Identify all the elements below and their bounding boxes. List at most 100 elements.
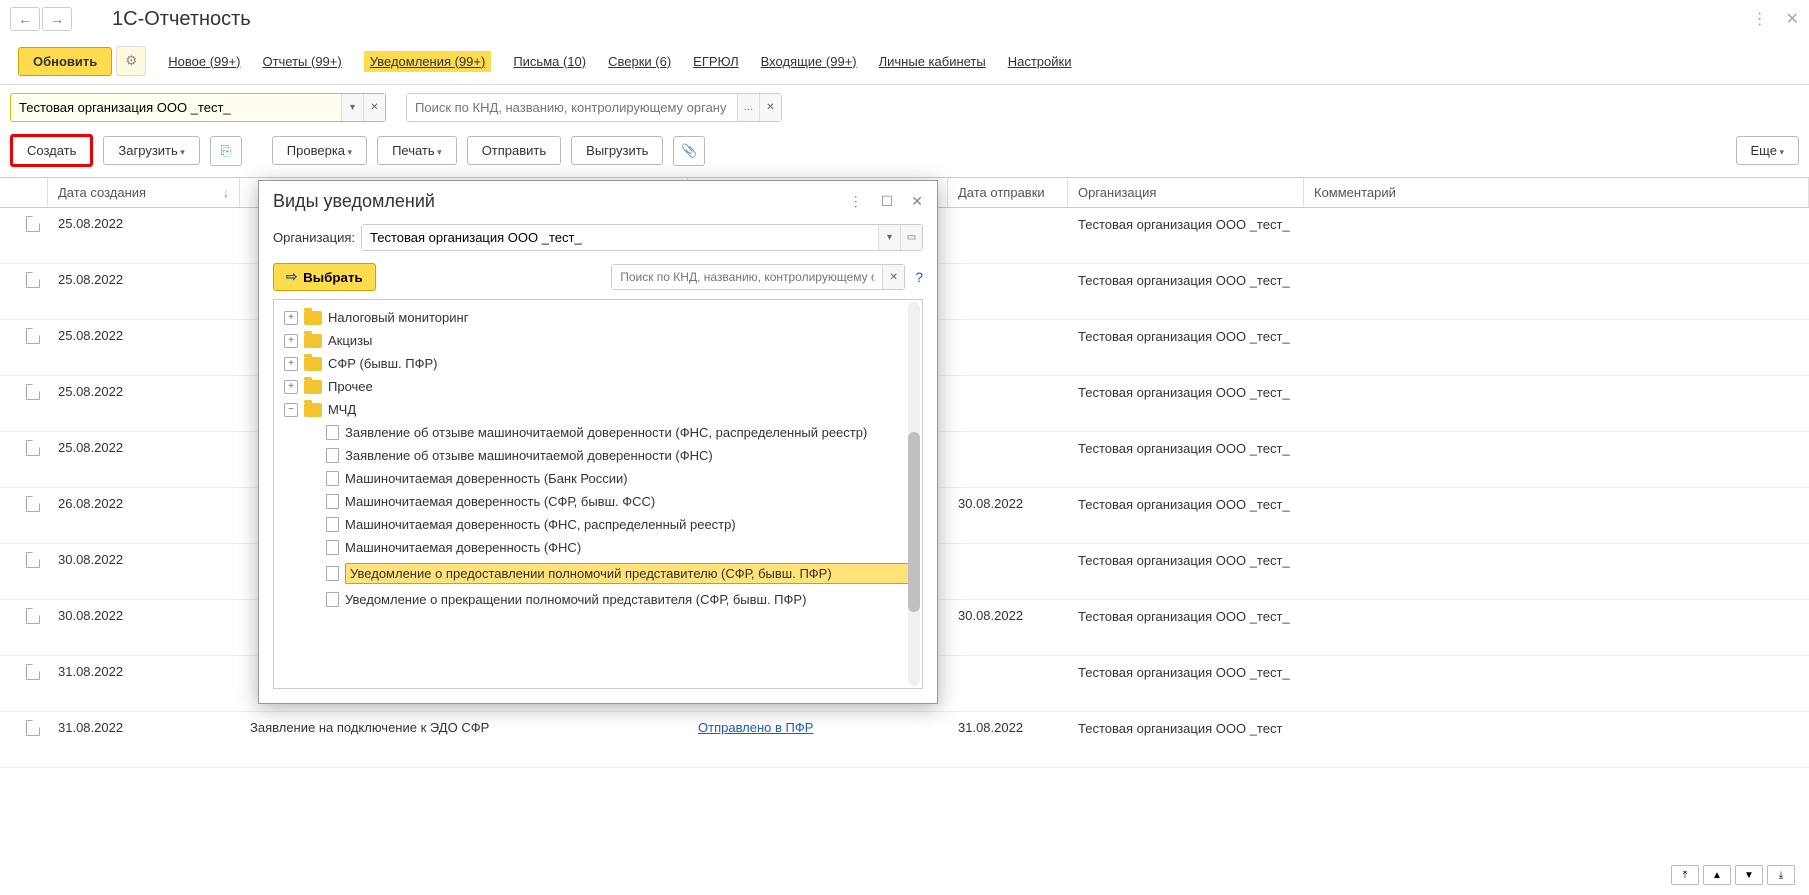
add-file-button[interactable]: ⎘ <box>210 136 242 166</box>
col-org[interactable]: Организация <box>1068 178 1304 207</box>
tree-item[interactable]: Заявление об отзыве машиночитаемой довер… <box>274 444 922 467</box>
tree-folder[interactable]: + СФР (бывш. ПФР) <box>274 352 922 375</box>
search-input[interactable] <box>407 94 737 121</box>
tree-item-label: Машиночитаемая доверенность (ФНС, распре… <box>345 517 912 532</box>
cell-date: 31.08.2022 <box>48 664 240 679</box>
send-button[interactable]: Отправить <box>467 136 561 165</box>
cell-org: Тестовая организация ООО _тест_ <box>1068 328 1304 346</box>
tab-letters[interactable]: Письма (10) <box>513 54 586 69</box>
col-sent[interactable]: Дата отправки <box>948 178 1068 207</box>
tree-item-label: Уведомление о прекращении полномочий пре… <box>345 592 912 607</box>
modal-search-combo[interactable]: ✕ <box>611 264 905 290</box>
tree-item[interactable]: Уведомление о прекращении полномочий пре… <box>274 588 922 611</box>
tree-item[interactable]: Машиночитаемая доверенность (Банк России… <box>274 467 922 490</box>
folder-icon <box>304 334 322 348</box>
cell-date: 25.08.2022 <box>48 440 240 455</box>
tree-item[interactable]: Машиночитаемая доверенность (СФР, бывш. … <box>274 490 922 513</box>
tab-new[interactable]: Новое (99+) <box>168 54 240 69</box>
check-button[interactable]: Проверка <box>272 136 367 165</box>
close-icon[interactable]: ✕ <box>1786 9 1799 29</box>
scroll-up-button[interactable]: ▲ <box>1703 865 1731 885</box>
cell-date: 31.08.2022 <box>48 720 240 735</box>
tree-folder-label: Прочее <box>328 379 912 394</box>
tree-scrollbar-thumb[interactable] <box>908 432 920 612</box>
search-ellipsis-button[interactable]: … <box>737 94 759 121</box>
modal-search-clear-button[interactable]: ✕ <box>882 265 904 289</box>
nav-forward-button[interactable]: → <box>42 7 72 31</box>
modal-org-input[interactable] <box>362 225 878 250</box>
notification-types-modal: Виды уведомлений ⋮ ☐ ✕ Организация: ▾ ▭ … <box>258 180 938 704</box>
cell-date: 30.08.2022 <box>48 552 240 567</box>
select-button[interactable]: ⇨ Выбрать <box>273 263 376 291</box>
modal-kebab-icon[interactable]: ⋮ <box>849 193 863 210</box>
export-button[interactable]: Выгрузить <box>571 136 663 165</box>
scroll-top-button[interactable]: ⤒ <box>1671 865 1699 885</box>
create-button[interactable]: Создать <box>10 134 93 167</box>
cell-org: Тестовая организация ООО _тест_ <box>1068 272 1304 290</box>
file-icon <box>326 540 339 555</box>
tree-item[interactable]: Уведомление о предоставлении полномочий … <box>274 559 922 588</box>
tab-incoming[interactable]: Входящие (99+) <box>761 54 857 69</box>
table-row[interactable]: 31.08.2022 Заявление на подключение к ЭД… <box>0 712 1809 768</box>
document-icon <box>26 664 40 680</box>
tab-settings[interactable]: Настройки <box>1008 54 1072 69</box>
file-icon <box>326 517 339 532</box>
tab-egrul[interactable]: ЕГРЮЛ <box>693 54 738 69</box>
org-dropdown-button[interactable]: ▾ <box>341 94 363 121</box>
tree-item-label: Уведомление о предоставлении полномочий … <box>345 563 912 584</box>
modal-org-label: Организация: <box>273 230 355 245</box>
tree-folder[interactable]: − МЧД <box>274 398 922 421</box>
expand-icon[interactable]: + <box>284 380 298 394</box>
tab-notifications[interactable]: Уведомления (99+) <box>364 51 492 72</box>
modal-title: Виды уведомлений <box>273 191 849 212</box>
modal-search-input[interactable] <box>612 265 882 289</box>
modal-org-dropdown-button[interactable]: ▾ <box>878 225 900 250</box>
load-button[interactable]: Загрузить <box>103 136 199 165</box>
kebab-icon[interactable]: ⋮ <box>1752 9 1768 29</box>
search-clear-button[interactable]: ✕ <box>759 94 781 121</box>
file-icon <box>326 494 339 509</box>
tab-cabinets[interactable]: Личные кабинеты <box>879 54 986 69</box>
folder-icon <box>304 380 322 394</box>
file-icon <box>326 471 339 486</box>
tree-scrollbar[interactable] <box>908 302 920 686</box>
org-clear-button[interactable]: ✕ <box>363 94 385 121</box>
tree-folder-label: МЧД <box>328 402 912 417</box>
settings-gear-button[interactable]: ⚙ <box>116 46 146 76</box>
help-link[interactable]: ? <box>915 269 923 285</box>
paperclip-icon: 📎 <box>681 143 697 158</box>
tree-item[interactable]: Машиночитаемая доверенность (ФНС) <box>274 536 922 559</box>
cell-org: Тестовая организация ООО _тест_ <box>1068 608 1304 626</box>
modal-org-combo[interactable]: ▾ ▭ <box>361 224 923 251</box>
nav-back-button[interactable]: ← <box>10 7 40 31</box>
cell-date: 25.08.2022 <box>48 216 240 231</box>
attachment-button[interactable]: 📎 <box>673 136 705 166</box>
document-icon <box>26 328 40 344</box>
expand-icon[interactable]: + <box>284 357 298 371</box>
org-combo[interactable]: ▾ ✕ <box>10 93 386 122</box>
search-combo[interactable]: … ✕ <box>406 93 782 122</box>
tab-reports[interactable]: Отчеты (99+) <box>262 54 341 69</box>
scroll-down-button[interactable]: ▼ <box>1735 865 1763 885</box>
modal-close-icon[interactable]: ✕ <box>911 193 923 210</box>
modal-maximize-icon[interactable]: ☐ <box>881 193 894 210</box>
scroll-bottom-button[interactable]: ⤓ <box>1767 865 1795 885</box>
collapse-icon[interactable]: − <box>284 403 298 417</box>
tree-folder[interactable]: + Налоговый мониторинг <box>274 306 922 329</box>
print-button[interactable]: Печать <box>377 136 457 165</box>
status-link[interactable]: Отправлено в ПФР <box>698 720 813 735</box>
footer-nav: ⤒ ▲ ▼ ⤓ <box>1671 865 1795 885</box>
col-date[interactable]: Дата создания↓ <box>48 178 240 207</box>
expand-icon[interactable]: + <box>284 334 298 348</box>
tree-item[interactable]: Заявление об отзыве машиночитаемой довер… <box>274 421 922 444</box>
col-comment[interactable]: Комментарий <box>1304 178 1809 207</box>
update-button[interactable]: Обновить <box>18 47 112 76</box>
tree-folder[interactable]: + Акцизы <box>274 329 922 352</box>
more-button[interactable]: Еще <box>1736 136 1799 165</box>
tree-folder[interactable]: + Прочее <box>274 375 922 398</box>
expand-icon[interactable]: + <box>284 311 298 325</box>
tree-item[interactable]: Машиночитаемая доверенность (ФНС, распре… <box>274 513 922 536</box>
org-input[interactable] <box>11 94 341 121</box>
modal-org-open-button[interactable]: ▭ <box>900 225 922 250</box>
tab-reconcil[interactable]: Сверки (6) <box>608 54 671 69</box>
